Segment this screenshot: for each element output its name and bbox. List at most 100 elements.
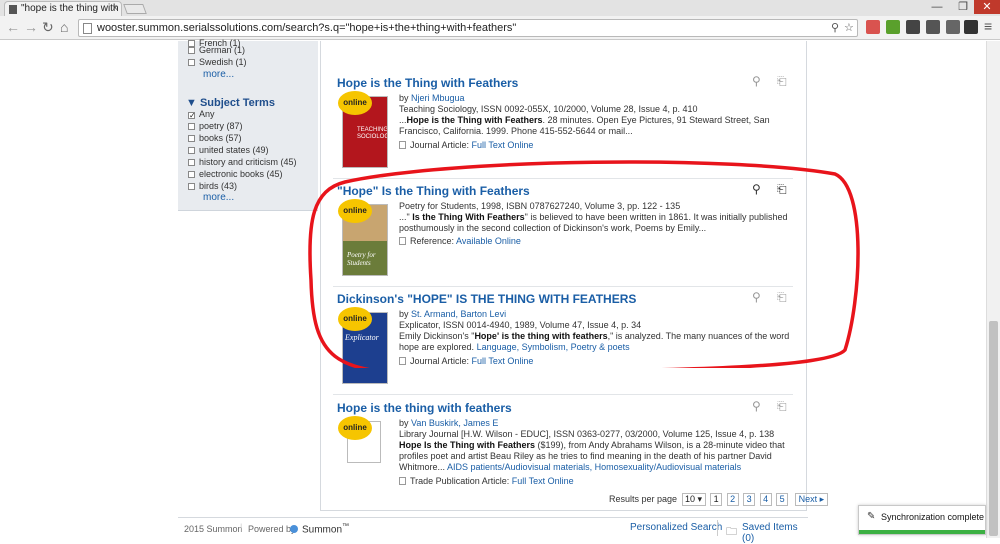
checkbox[interactable] — [188, 159, 195, 166]
forward-arrow-icon[interactable]: → — [24, 19, 38, 35]
save-item-icon[interactable]: ⎗ — [777, 399, 787, 414]
checkbox[interactable] — [188, 135, 195, 142]
next-page-button[interactable]: Next ▸ — [794, 493, 829, 506]
back-arrow-icon[interactable]: ← — [6, 19, 20, 35]
bookmark-star-icon[interactable]: ☆ — [844, 20, 854, 36]
checkbox[interactable] — [188, 147, 195, 154]
subject-links[interactable]: Language, Symbolism, Poetry & poets — [477, 342, 630, 352]
facet-subject-birds[interactable]: birds (43) — [188, 181, 237, 191]
full-text-link[interactable]: Full Text Online — [472, 140, 534, 150]
facet-sidebar: French (1) German (1) Swedish (1) more..… — [178, 38, 318, 211]
sync-text: Synchronization complete — [881, 512, 985, 522]
facet-language-swedish[interactable]: Swedish (1) — [188, 57, 247, 67]
tab-close-icon[interactable]: × — [112, 2, 118, 16]
save-item-icon[interactable]: ⎗ — [777, 182, 787, 197]
author-link[interactable]: St. Armand, Barton Levi — [411, 309, 506, 319]
author-link[interactable]: Van Buskirk, James E — [411, 418, 498, 428]
close-window-button[interactable]: ✕ — [974, 0, 1000, 14]
results-per-page-select[interactable]: 10 ▾ — [681, 493, 706, 506]
checkbox[interactable] — [188, 47, 195, 54]
tools-icon[interactable] — [964, 20, 978, 34]
minimize-button[interactable]: — — [924, 0, 950, 14]
facet-subject-ebooks[interactable]: electronic books (45) — [188, 169, 283, 179]
facet-subject-poetry[interactable]: poetry (87) — [188, 121, 243, 131]
page-link-3[interactable]: 3 — [743, 493, 756, 506]
preview-magnifier-icon[interactable]: ⚲ — [752, 290, 761, 304]
result-snippet: ...Hope is the Thing with Feathers. 28 m… — [399, 115, 799, 137]
tab-title: "hope is the thing with fe — [21, 3, 122, 14]
language-more-link[interactable]: more... — [203, 69, 234, 80]
content-type: Journal Article: — [410, 140, 470, 150]
checkbox-checked[interactable] — [188, 112, 195, 119]
save-item-icon[interactable]: ⎗ — [777, 74, 787, 89]
scrollbar-thumb[interactable] — [989, 321, 998, 536]
new-tab-button[interactable] — [123, 4, 147, 14]
extension-icon[interactable] — [946, 20, 960, 34]
author-link[interactable]: Njeri Mbugua — [411, 93, 465, 103]
tab-bar: "hope is the thing with fe × — ❐ ✕ — [0, 0, 1000, 16]
page-link-5[interactable]: 5 — [776, 493, 789, 506]
page-link-1[interactable]: 1 — [710, 493, 723, 506]
result-snippet: ..." Is the Thing With Feathers" is beli… — [399, 212, 799, 234]
full-text-link[interactable]: Full Text Online — [472, 356, 534, 366]
facet-label: birds (43) — [199, 181, 238, 191]
checkbox[interactable] — [188, 59, 195, 66]
result-type-line: Journal Article: Full Text Online — [399, 140, 533, 150]
reference-icon — [399, 237, 406, 245]
save-item-icon[interactable]: ⎗ — [777, 290, 787, 305]
sync-icon: ✎ — [867, 511, 876, 522]
preview-magnifier-icon[interactable]: ⚲ — [752, 182, 761, 196]
saved-items-link[interactable]: Saved Items (0) — [742, 522, 808, 544]
result-source: Library Journal [H.W. Wilson - EDUC], IS… — [399, 429, 775, 439]
facet-subject-books[interactable]: books (57) — [188, 133, 242, 143]
article-icon — [399, 357, 406, 365]
page-link-2[interactable]: 2 — [726, 493, 739, 506]
online-badge: online — [340, 201, 370, 221]
reload-icon[interactable]: ↻ — [42, 19, 54, 35]
search-icon[interactable]: ⚲ — [831, 20, 839, 36]
pocket-icon[interactable] — [926, 20, 940, 34]
address-bar[interactable]: wooster.summon.serialssolutions.com/sear… — [78, 19, 858, 37]
full-text-link[interactable]: Full Text Online — [512, 476, 574, 486]
menu-icon[interactable]: ≡ — [984, 18, 992, 34]
preview-magnifier-icon[interactable]: ⚲ — [752, 74, 761, 88]
snippet-highlight: Hope is the Thing with Feathers — [406, 115, 543, 125]
snippet-pre: Emily Dickinson's " — [399, 331, 475, 341]
browser-tab[interactable]: "hope is the thing with fe × — [4, 1, 122, 16]
home-icon[interactable]: ⌂ — [60, 19, 68, 35]
result-snippet: Emily Dickinson's "Hope' is the thing wi… — [399, 331, 799, 353]
subject-links[interactable]: AIDS patients/Audiovisual materials, Hom… — [447, 462, 741, 472]
checkbox[interactable] — [188, 183, 195, 190]
online-badge: online — [340, 418, 370, 438]
powered-by-text: Powered by — [248, 524, 296, 534]
personalized-search-link[interactable]: Personalized Search — [630, 522, 722, 533]
facet-label: Swedish (1) — [199, 57, 247, 67]
preview-magnifier-icon[interactable]: ⚲ — [752, 399, 761, 413]
page-link-4[interactable]: 4 — [759, 493, 772, 506]
result-authors: by St. Armand, Barton Levi — [399, 309, 506, 319]
evernote-icon[interactable] — [886, 20, 900, 34]
page-icon — [83, 23, 92, 34]
facet-subject-united-states[interactable]: united states (49) — [188, 145, 269, 155]
result-snippet: Hope Is the Thing with Feathers ($199), … — [399, 440, 799, 473]
checkbox[interactable] — [188, 171, 195, 178]
scrollbar[interactable] — [986, 41, 1000, 538]
adblock-icon[interactable] — [866, 20, 880, 34]
subject-terms-heading[interactable]: ▼ Subject Terms — [186, 97, 275, 109]
available-online-link[interactable]: Available Online — [456, 236, 521, 246]
facet-language-german[interactable]: German (1) — [188, 45, 245, 55]
checkbox[interactable] — [188, 123, 195, 130]
footer-divider: | — [240, 522, 243, 532]
result-authors: by Van Buskirk, James E — [399, 418, 498, 428]
result-title[interactable]: Hope is the Thing with Feathers — [337, 76, 518, 90]
facet-subject-any[interactable]: Any — [188, 109, 215, 119]
snippet-pre: ... — [399, 115, 407, 125]
subject-more-link[interactable]: more... — [203, 192, 234, 203]
buffer-icon[interactable] — [906, 20, 920, 34]
result-title[interactable]: Dickinson's "HOPE" IS THE THING WITH FEA… — [337, 292, 636, 306]
result-title[interactable]: "Hope" Is the Thing with Feathers — [337, 184, 530, 198]
maximize-button[interactable]: ❐ — [950, 0, 976, 14]
result-source: Poetry for Students, 1998, ISBN 07876272… — [399, 201, 681, 211]
result-title[interactable]: Hope is the thing with feathers — [337, 401, 512, 415]
facet-subject-history[interactable]: history and criticism (45) — [188, 157, 297, 167]
